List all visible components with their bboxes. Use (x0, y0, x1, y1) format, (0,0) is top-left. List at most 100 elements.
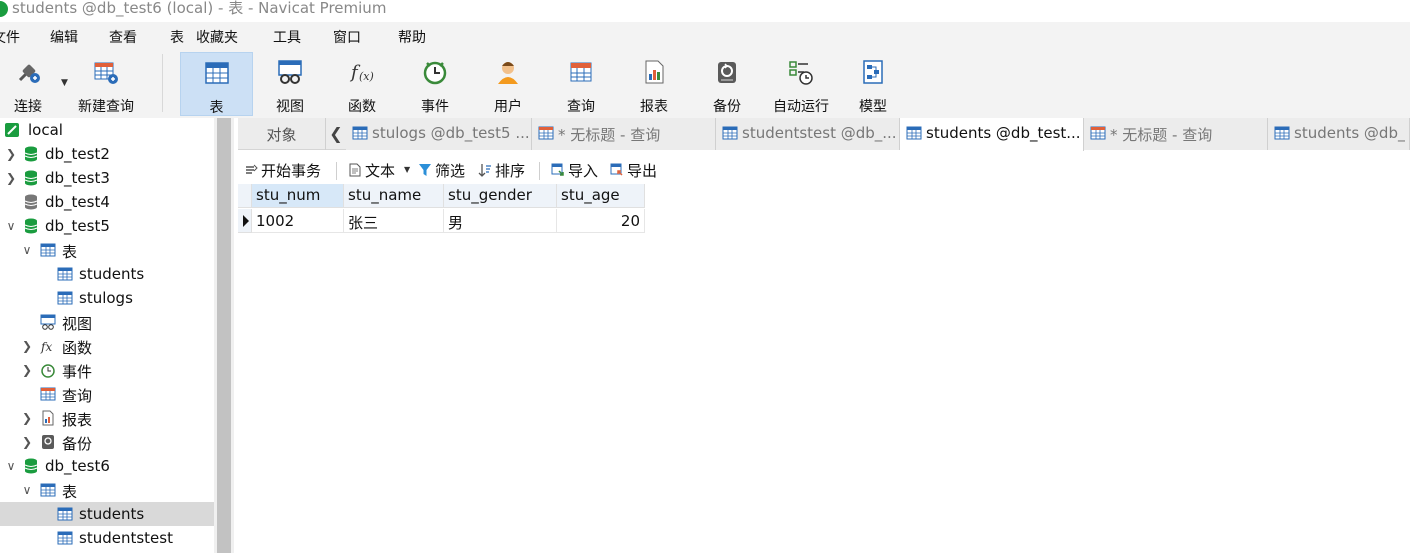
chevron-down-icon[interactable]: ∨ (4, 219, 18, 233)
tree-item-label: 表 (62, 243, 78, 261)
tree-item-events[interactable]: ❯ 事件 (0, 358, 214, 382)
chevron-right-icon[interactable]: ❯ (20, 411, 34, 425)
chevron-right-icon[interactable]: ❯ (20, 339, 34, 353)
new-query-button[interactable]: 新建查询 (72, 52, 140, 116)
tab-studentstest[interactable]: studentstest @db_... (716, 118, 900, 150)
tree-item-tables-db-test5[interactable]: ∨ 表 (0, 238, 214, 262)
menu-window[interactable]: 窗口 (333, 27, 361, 47)
chevron-down-icon[interactable]: ∨ (20, 483, 34, 497)
chevron-down-icon[interactable]: ∨ (20, 243, 34, 257)
menu-table[interactable]: 表 (170, 27, 184, 47)
event-button[interactable]: 事件 (408, 52, 462, 116)
backup-label: 备份 (713, 99, 741, 115)
user-button[interactable]: 用户 (480, 52, 536, 116)
tree-item-label: students (79, 505, 145, 523)
tab-students-2[interactable]: students @db_ (1268, 118, 1410, 150)
chevron-right-icon[interactable]: ❯ (4, 147, 18, 161)
tab-label: * 无标题 - 查询 (558, 126, 661, 144)
tree-item-db-test4[interactable]: db_test4 (0, 190, 214, 214)
sidebar-scrollbar[interactable] (214, 118, 234, 553)
table-cell[interactable]: 张三 (344, 209, 444, 233)
model-button[interactable]: 模型 (846, 52, 900, 116)
tree-item-db-test3[interactable]: ❯ db_test3 (0, 166, 214, 190)
table-cell[interactable]: 20 (557, 209, 645, 233)
cell-value: 20 (620, 212, 640, 230)
tree-item-label: db_test4 (45, 193, 110, 211)
table-cell[interactable]: 男 (444, 209, 557, 233)
tab-students-active[interactable]: students @db_test... (900, 118, 1084, 151)
tree-item-db-test5[interactable]: ∨ db_test5 (0, 214, 214, 238)
connect-button[interactable]: 连接 (2, 52, 54, 116)
column-header-stu-name[interactable]: stu_name (344, 184, 444, 208)
view-button[interactable]: 视图 (262, 52, 318, 116)
scrollbar-thumb[interactable] (217, 118, 231, 553)
tree-item-label: 报表 (62, 411, 93, 429)
tab-label: * 无标题 - 查询 (1110, 126, 1213, 144)
tree-item-students-db-test6[interactable]: students (0, 502, 214, 526)
menu-tools[interactable]: 工具 (273, 27, 301, 47)
database-gray-icon (24, 194, 38, 210)
report-button[interactable]: 报表 (627, 52, 681, 116)
tree-item-db-test2[interactable]: ❯ db_test2 (0, 142, 214, 166)
tree-item-label: 备份 (62, 435, 93, 453)
report-icon (645, 60, 664, 84)
report-label: 报表 (640, 99, 668, 115)
menu-help[interactable]: 帮助 (398, 27, 426, 47)
text-dropdown-arrow-icon[interactable]: ▼ (404, 165, 410, 174)
current-row-marker[interactable] (238, 209, 252, 233)
tab-untitled-query-1[interactable]: * 无标题 - 查询 (532, 118, 716, 150)
function-button[interactable]: f (x) 函数 (335, 52, 389, 116)
tab-untitled-query-2[interactable]: * 无标题 - 查询 (1084, 118, 1268, 150)
view-label: 视图 (276, 99, 304, 115)
menu-file[interactable]: 文件 (0, 27, 20, 47)
menu-edit[interactable]: 编辑 (50, 27, 78, 47)
backup-button[interactable]: 备份 (700, 52, 754, 116)
tree-item-db-test6[interactable]: ∨ db_test6 (0, 454, 214, 478)
menu-view[interactable]: 查看 (109, 27, 137, 47)
clock-icon (423, 61, 447, 85)
database-green-icon (24, 218, 38, 234)
table-cell[interactable]: 1002 (252, 209, 344, 233)
tree-item-label: db_test5 (45, 217, 110, 235)
column-header-label: stu_num (256, 186, 321, 204)
tab-scroll-left-icon[interactable]: ❮ (326, 118, 346, 150)
tab-stulogs[interactable]: stulogs @db_test5 ... (346, 118, 532, 150)
tab-objects[interactable]: 对象 (238, 118, 326, 150)
query-button[interactable]: 查询 (554, 52, 608, 116)
connection-icon (5, 123, 19, 137)
chevron-down-icon[interactable]: ∨ (4, 459, 18, 473)
connect-dropdown-arrow-icon[interactable]: ▼ (61, 78, 68, 88)
column-header-stu-age[interactable]: stu_age (557, 184, 645, 208)
navicat-app-icon (0, 1, 8, 17)
menu-favorites[interactable]: 收藏夹 (196, 27, 238, 47)
tree-item-studentstest[interactable]: studentstest (0, 526, 214, 550)
tree-item-students-db-test5[interactable]: students (0, 262, 214, 286)
chevron-right-icon[interactable]: ❯ (4, 171, 18, 185)
tree-item-local[interactable]: local (0, 118, 214, 142)
tree-item-tables-db-test6[interactable]: ∨ 表 (0, 478, 214, 502)
tree-item-reports[interactable]: ❯ 报表 (0, 406, 214, 430)
tree-item-views[interactable]: 视图 (0, 310, 214, 334)
chevron-right-icon[interactable]: ❯ (20, 363, 34, 377)
column-header-stu-num[interactable]: stu_num (252, 184, 344, 208)
column-header-stu-gender[interactable]: stu_gender (444, 184, 557, 208)
view-icon (278, 60, 302, 84)
user-icon (498, 62, 518, 84)
tree-item-functions[interactable]: ❯ fx 函数 (0, 334, 214, 358)
tree-item-backups[interactable]: ❯ 备份 (0, 430, 214, 454)
model-label: 模型 (859, 99, 887, 115)
toolbar-divider (336, 162, 337, 180)
auto-run-button[interactable]: 自动运行 (767, 52, 835, 116)
table-button[interactable]: 表 (180, 52, 253, 116)
database-green-icon (24, 146, 38, 162)
function-label: 函数 (348, 99, 376, 115)
tab-label: stulogs @db_test5 ... (372, 124, 530, 142)
user-label: 用户 (494, 99, 522, 115)
report-icon (42, 410, 54, 426)
tree-item-queries[interactable]: 查询 (0, 382, 214, 406)
tree-item-stulogs[interactable]: stulogs (0, 286, 214, 310)
table-label: 表 (209, 100, 224, 116)
object-tree-sidebar: local ❯ db_test2 ❯ db_test3 db_test4 ∨ d… (0, 118, 214, 553)
tab-label: studentstest @db_... (742, 124, 897, 142)
chevron-right-icon[interactable]: ❯ (20, 435, 34, 449)
